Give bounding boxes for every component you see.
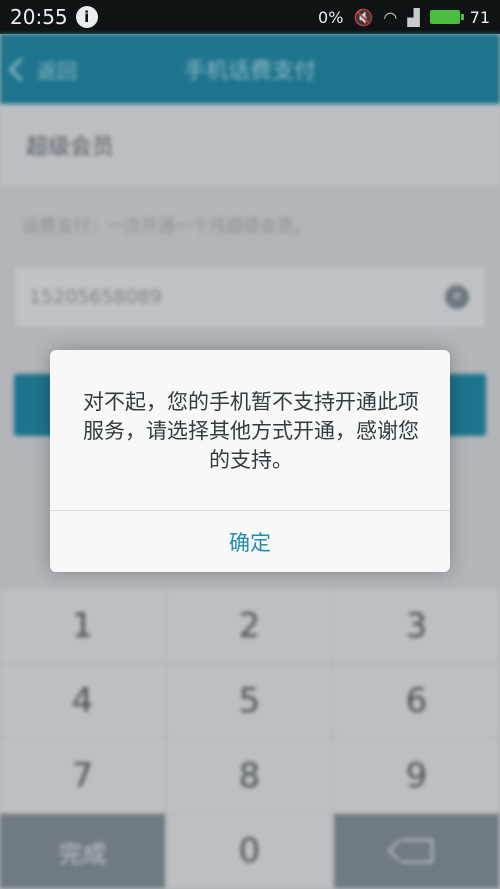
signal-icon: ▟ (407, 7, 420, 27)
status-left: 20:55 i (10, 5, 98, 29)
info-icon: i (75, 6, 98, 28)
ok-button[interactable]: 确定 (50, 511, 450, 572)
mute-icon: 🔇 (353, 7, 374, 27)
dialog-message: 对不起，您的手机暂不支持开通此项服务，请选择其他方式开通，感谢您的支持。 (83, 390, 419, 472)
status-time: 20:55 (10, 5, 68, 29)
battery-level: 71 (469, 7, 490, 27)
status-bar: 20:55 i 0% 🔇 ◠ ▟ 71 (0, 0, 500, 34)
network-speed: 0% (318, 7, 344, 27)
status-right: 0% 🔇 ◠ ▟ 71 (318, 8, 490, 27)
battery-icon (429, 10, 464, 24)
wifi-icon: ◠ (383, 7, 398, 27)
alert-dialog: 对不起，您的手机暂不支持开通此项服务，请选择其他方式开通，感谢您的支持。 确定 (50, 350, 450, 572)
